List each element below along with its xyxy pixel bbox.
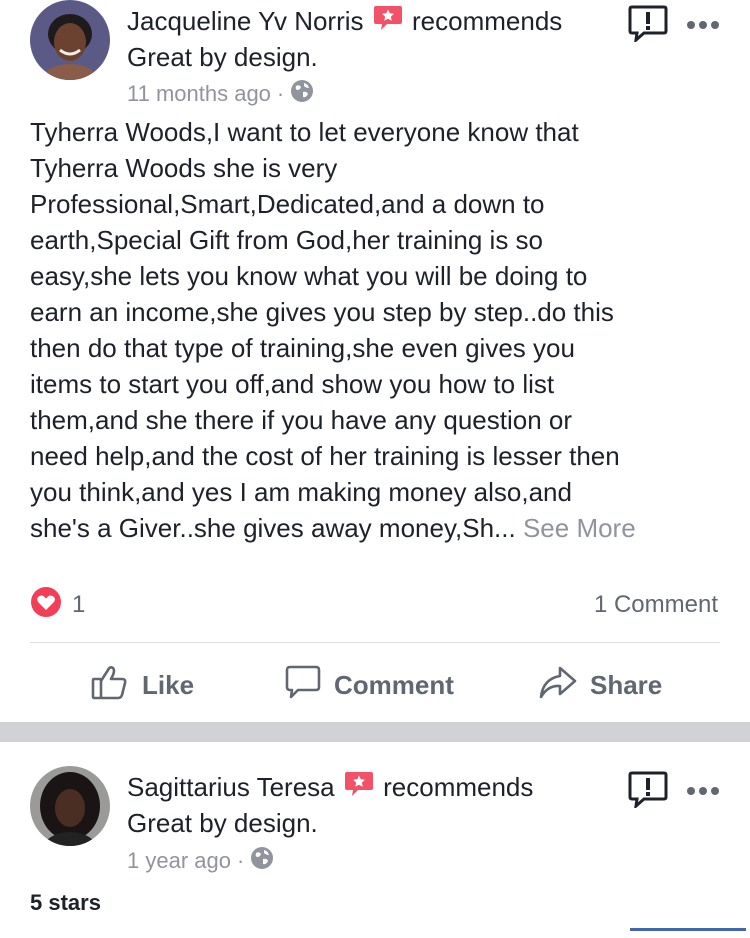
like-icon: [90, 662, 130, 709]
timestamp[interactable]: 1 year ago: [127, 848, 231, 874]
divider: [30, 642, 720, 643]
see-more-link[interactable]: See More: [523, 513, 636, 543]
engagement-counts: 1 1 Comment: [30, 586, 718, 625]
comment-count[interactable]: 1 Comment: [594, 591, 718, 619]
active-indicator: [630, 928, 746, 931]
globe-icon: [250, 846, 274, 876]
review-post: Sagittarius Teresa recommends Great by d…: [0, 742, 750, 938]
post-meta: 11 months ago ·: [127, 79, 314, 109]
author-name[interactable]: Jacqueline Yv Norris: [127, 6, 364, 36]
action-bar: Like Comment Share: [0, 660, 750, 710]
page-name[interactable]: Great by design.: [127, 806, 620, 840]
author-name[interactable]: Sagittarius Teresa: [127, 772, 335, 802]
post-body-text: 5 stars: [30, 890, 101, 915]
like-label: Like: [142, 669, 195, 700]
post-header: Jacqueline Yv Norris recommends Great by…: [127, 4, 620, 74]
post-top-actions: [628, 770, 720, 813]
globe-icon: [290, 79, 314, 109]
more-icon[interactable]: [686, 17, 720, 35]
heart-reaction-icon: [30, 586, 62, 625]
recommends-text: recommends: [412, 6, 563, 36]
share-icon: [538, 663, 578, 708]
share-button[interactable]: Share: [538, 660, 662, 710]
comment-label: Comment: [334, 669, 454, 700]
post-header: Sagittarius Teresa recommends Great by d…: [127, 770, 620, 840]
share-label: Share: [590, 669, 663, 700]
recommend-badge-icon: [373, 4, 403, 40]
comment-button[interactable]: Comment: [284, 660, 454, 710]
meta-separator: ·: [276, 81, 285, 106]
reaction-summary[interactable]: 1: [30, 586, 85, 625]
post-top-actions: [628, 4, 720, 47]
more-icon[interactable]: [686, 783, 720, 801]
meta-separator: ·: [236, 848, 245, 873]
reaction-count: 1: [72, 591, 86, 618]
post-body: Tyherra Woods,I want to let everyone kno…: [30, 114, 720, 546]
avatar[interactable]: [30, 766, 110, 846]
report-icon[interactable]: [628, 770, 668, 813]
timestamp[interactable]: 11 months ago: [127, 81, 271, 107]
feed-separator: [0, 722, 750, 742]
post-meta: 1 year ago ·: [127, 846, 274, 876]
like-button[interactable]: Like: [90, 660, 194, 710]
page-name[interactable]: Great by design.: [127, 40, 620, 74]
recommend-badge-icon: [344, 770, 374, 806]
review-post: Jacqueline Yv Norris recommends Great by…: [0, 0, 750, 722]
comment-icon: [284, 663, 322, 708]
avatar[interactable]: [30, 0, 110, 80]
report-icon[interactable]: [628, 4, 668, 47]
recommends-text: recommends: [383, 772, 534, 802]
post-body-text: Tyherra Woods,I want to let everyone kno…: [30, 117, 620, 543]
